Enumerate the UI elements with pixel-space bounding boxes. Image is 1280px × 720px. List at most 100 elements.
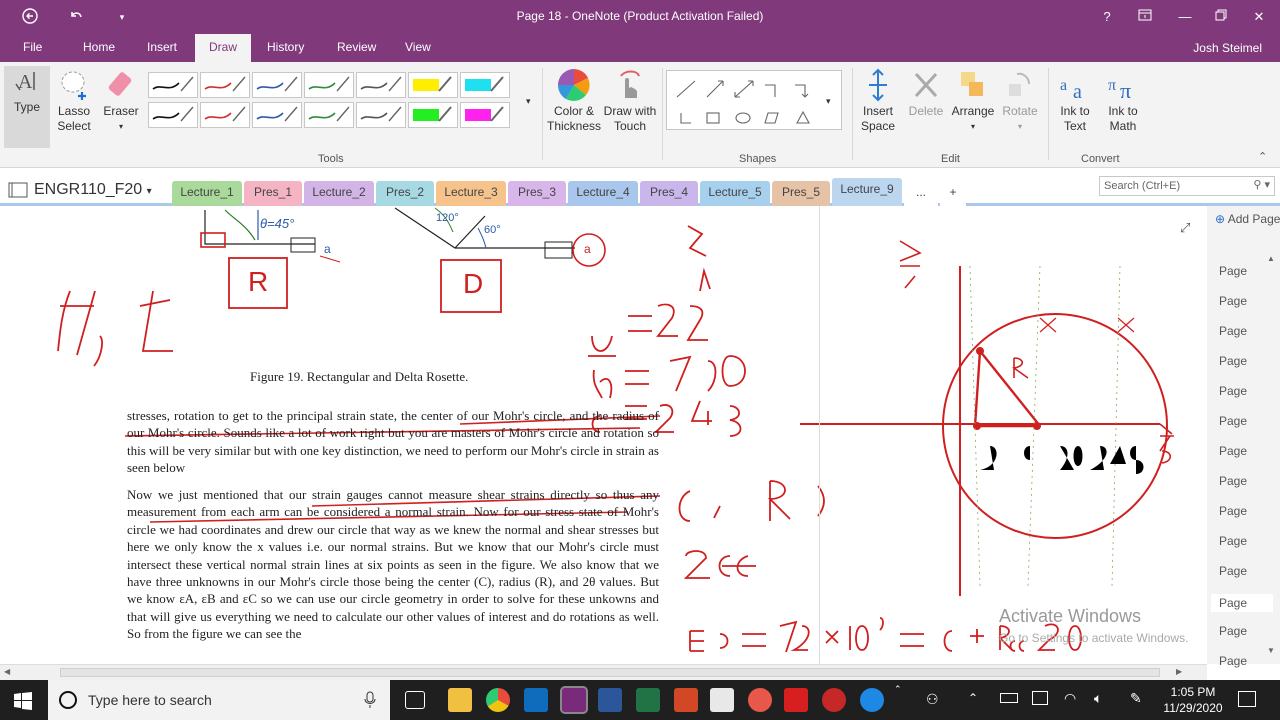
add-section-button[interactable]: + bbox=[940, 181, 966, 206]
page-list-item[interactable]: Page bbox=[1219, 504, 1247, 518]
section-tab[interactable]: Lecture_4 bbox=[568, 181, 638, 206]
section-tab[interactable]: Pres_2 bbox=[376, 181, 434, 206]
draw-with-touch-button[interactable]: Draw with Touch bbox=[602, 68, 658, 134]
acrobat-icon[interactable] bbox=[784, 688, 808, 712]
excel-icon[interactable] bbox=[636, 688, 660, 712]
microphone-icon[interactable] bbox=[363, 691, 377, 709]
ink-pen[interactable] bbox=[200, 72, 250, 98]
menu-draw[interactable]: Draw bbox=[195, 34, 252, 62]
highlighter-pen[interactable] bbox=[460, 102, 510, 128]
windows-start-icon[interactable] bbox=[14, 692, 32, 710]
store-icon[interactable] bbox=[710, 688, 734, 712]
user-name[interactable]: Josh Steimel bbox=[1193, 41, 1262, 55]
clock[interactable]: 1:05 PM 11/29/2020 bbox=[1160, 684, 1226, 716]
gear-app-icon[interactable] bbox=[822, 688, 846, 712]
ink-pen[interactable] bbox=[252, 72, 302, 98]
more-sections-button[interactable]: ... bbox=[904, 181, 938, 206]
page-list-item[interactable]: Page bbox=[1219, 414, 1247, 428]
section-tab[interactable]: Lecture_3 bbox=[436, 181, 506, 206]
page-list-item[interactable]: Page bbox=[1219, 474, 1247, 488]
ink-pen[interactable] bbox=[356, 72, 406, 98]
people-icon[interactable]: ⚇ bbox=[926, 691, 939, 708]
volume-icon[interactable]: 🔈︎ bbox=[1094, 690, 1102, 707]
pen-workspace-icon[interactable]: ✎ bbox=[1130, 690, 1142, 707]
page-canvas[interactable]: Figure 19. Rectangular and Delta Rosette… bbox=[0, 206, 1190, 664]
powerpoint-icon[interactable] bbox=[674, 688, 698, 712]
insert-space-button[interactable]: Insert Space bbox=[856, 68, 900, 134]
menu-view[interactable]: View bbox=[405, 40, 431, 54]
delete-button[interactable]: Delete bbox=[904, 68, 948, 119]
horizontal-scrollbar[interactable]: ◀ ▶ bbox=[0, 664, 1207, 680]
page-list-item[interactable]: Page bbox=[1219, 324, 1247, 338]
type-button[interactable]: A Type bbox=[4, 66, 50, 148]
vertical-scrollbar[interactable]: ▲ bbox=[1188, 246, 1190, 646]
menu-home[interactable]: Home bbox=[83, 40, 115, 54]
show-hidden-icons[interactable]: ⌃ bbox=[968, 691, 978, 705]
menu-review[interactable]: Review bbox=[337, 40, 376, 54]
rotate-button[interactable]: Rotate ▾ bbox=[998, 68, 1042, 134]
highlighter-pen[interactable] bbox=[408, 72, 458, 98]
shapes-more-icon[interactable]: ▾ bbox=[826, 94, 831, 109]
search-icon[interactable]: ⚲ ▾ bbox=[1253, 178, 1270, 191]
arrange-button[interactable]: Arrange ▾ bbox=[948, 68, 998, 134]
onenote-icon[interactable] bbox=[560, 686, 588, 714]
ink-pen[interactable] bbox=[148, 72, 198, 98]
page-list-item[interactable]: Page bbox=[1219, 294, 1247, 308]
section-tab[interactable]: Pres_4 bbox=[640, 181, 698, 206]
outlook-icon[interactable] bbox=[524, 688, 548, 712]
action-center-icon[interactable] bbox=[1238, 691, 1256, 707]
ink-pen[interactable] bbox=[304, 102, 354, 128]
section-tab[interactable]: Pres_1 bbox=[244, 181, 302, 206]
scroll-right-icon[interactable]: ▶ bbox=[1176, 667, 1182, 676]
page-list-item[interactable]: Page bbox=[1219, 444, 1247, 458]
menu-file[interactable]: File bbox=[23, 40, 42, 54]
add-page-button[interactable]: ⊕ Add Page bbox=[1215, 212, 1280, 226]
task-view-icon[interactable] bbox=[405, 691, 425, 709]
word-icon[interactable] bbox=[598, 688, 622, 712]
pages-scroll-up-icon[interactable]: ▲ bbox=[1267, 254, 1275, 263]
section-tab[interactable]: Lecture_9 bbox=[832, 178, 902, 206]
battery-icon[interactable] bbox=[1000, 693, 1018, 703]
highlighter-pen[interactable] bbox=[408, 102, 458, 128]
section-tab[interactable]: Lecture_2 bbox=[304, 181, 374, 206]
ink-to-math-button[interactable]: ππ Ink to Math bbox=[1100, 68, 1146, 134]
scroll-left-icon[interactable]: ◀ bbox=[4, 667, 10, 676]
menu-history[interactable]: History bbox=[267, 40, 304, 54]
eraser-button[interactable]: Eraser ▾ bbox=[100, 68, 142, 134]
section-tab[interactable]: Lecture_5 bbox=[700, 181, 770, 206]
ink-pen[interactable] bbox=[148, 102, 198, 128]
notebook-selector[interactable]: ENGR110_F20 ▾ bbox=[34, 181, 152, 199]
page-list-item[interactable]: Page bbox=[1219, 264, 1247, 278]
highlighter-pen[interactable] bbox=[460, 72, 510, 98]
ribbon-display-icon[interactable] bbox=[1130, 6, 1160, 28]
help-icon[interactable]: ? bbox=[1092, 6, 1122, 28]
file-explorer-icon[interactable] bbox=[448, 688, 472, 712]
page-list-item[interactable]: Page bbox=[1211, 594, 1273, 612]
page-list-item[interactable]: Page bbox=[1219, 354, 1247, 368]
wifi-icon[interactable]: ◠ bbox=[1064, 690, 1076, 707]
edge-icon[interactable] bbox=[860, 688, 884, 712]
ink-pen[interactable] bbox=[304, 72, 354, 98]
pages-scroll-down-icon[interactable]: ▼ bbox=[1267, 646, 1275, 655]
camera-icon[interactable] bbox=[1032, 691, 1048, 705]
page-list-item[interactable]: Page bbox=[1219, 384, 1247, 398]
page-list-item[interactable]: Page bbox=[1219, 534, 1247, 548]
section-tab[interactable]: Pres_5 bbox=[772, 181, 830, 206]
ink-pen[interactable] bbox=[252, 102, 302, 128]
close-icon[interactable]: ✕ bbox=[1244, 6, 1274, 28]
gallery-more-icon[interactable]: ▾ bbox=[526, 94, 531, 109]
page-list-item[interactable]: Page bbox=[1219, 624, 1247, 638]
ink-pen[interactable] bbox=[356, 102, 406, 128]
section-tab[interactable]: Pres_3 bbox=[508, 181, 566, 206]
taskbar-search-box[interactable]: Type here to search bbox=[48, 680, 390, 720]
ink-to-text-button[interactable]: aa Ink to Text bbox=[1052, 68, 1098, 134]
maximize-icon[interactable] bbox=[1206, 6, 1236, 28]
chrome-icon[interactable] bbox=[486, 688, 510, 712]
lasso-select-button[interactable]: Lasso Select bbox=[52, 68, 96, 134]
page-list-item[interactable]: Page bbox=[1219, 654, 1247, 668]
collapse-ribbon-icon[interactable]: ⌃ bbox=[1258, 150, 1267, 163]
menu-insert[interactable]: Insert bbox=[147, 40, 177, 54]
page-list-item[interactable]: Page bbox=[1219, 564, 1247, 578]
taskbar-overflow-icon[interactable]: ⌃ bbox=[894, 684, 902, 695]
minimize-icon[interactable]: — bbox=[1170, 6, 1200, 28]
